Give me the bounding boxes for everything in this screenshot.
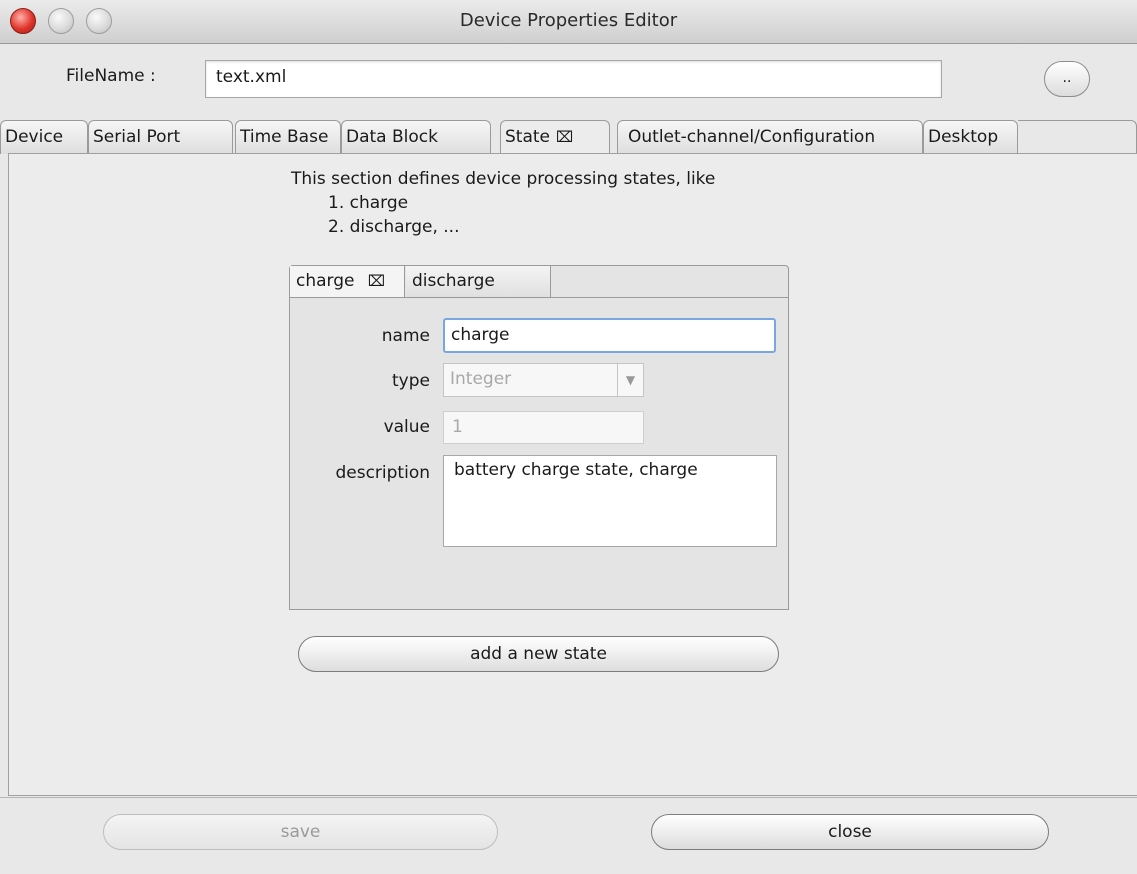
name-input[interactable]: charge bbox=[443, 318, 776, 353]
state-tab-charge[interactable]: charge ⌧ bbox=[290, 266, 405, 297]
tab-label: Data Block bbox=[346, 127, 438, 147]
close-button[interactable]: close bbox=[651, 814, 1049, 850]
filename-label: FileName : bbox=[66, 66, 156, 86]
tab-label: Outlet-channel/Configuration bbox=[628, 127, 876, 147]
state-tabs-divider bbox=[290, 297, 788, 298]
value-input[interactable]: 1 bbox=[443, 411, 644, 444]
state-intro: This section defines device processing s… bbox=[291, 167, 715, 239]
type-select-value: Integer bbox=[450, 369, 512, 389]
add-state-button[interactable]: add a new state bbox=[298, 636, 779, 672]
tab-label: Time Base bbox=[240, 127, 329, 147]
tabstrip-edge bbox=[1018, 120, 1137, 154]
tab-label: State bbox=[505, 127, 550, 147]
intro-example: 1. charge bbox=[328, 193, 409, 213]
window-title: Device Properties Editor bbox=[459, 10, 678, 31]
type-label: type bbox=[392, 371, 430, 391]
state-tab-label: charge bbox=[296, 271, 355, 291]
type-select[interactable]: Integer ▼ bbox=[443, 363, 644, 397]
tab-device[interactable]: Device bbox=[0, 120, 88, 154]
tab-desktop[interactable]: Desktop bbox=[923, 120, 1018, 154]
tab-label: Device bbox=[5, 127, 64, 147]
tab-data-block[interactable]: Data Block bbox=[341, 120, 491, 154]
save-button[interactable]: save bbox=[103, 814, 498, 850]
chevron-down-icon: ▼ bbox=[617, 364, 643, 396]
title-bar: Device Properties Editor bbox=[0, 0, 1137, 44]
close-tab-icon[interactable]: ⌧ bbox=[556, 128, 573, 146]
tab-outlet-channel-configuration[interactable]: Outlet-channel/Configuration bbox=[617, 120, 923, 154]
value-label: value bbox=[383, 417, 430, 437]
tab-time-base[interactable]: Time Base bbox=[235, 120, 341, 154]
intro-example: 2. discharge, ... bbox=[328, 217, 460, 237]
name-label: name bbox=[381, 326, 430, 346]
main-tabs: Device Serial Port Time Base Data Block … bbox=[0, 120, 1137, 156]
tab-label: Serial Port bbox=[93, 127, 181, 147]
tab-label: Desktop bbox=[928, 127, 999, 147]
description-label: description bbox=[335, 463, 430, 483]
footer-divider bbox=[0, 797, 1137, 798]
tab-state[interactable]: State ⌧ bbox=[500, 120, 610, 156]
state-tab-discharge[interactable]: discharge bbox=[406, 266, 551, 297]
state-tab-label: discharge bbox=[412, 271, 495, 291]
browse-button[interactable]: .. bbox=[1044, 61, 1090, 97]
description-textarea[interactable]: battery charge state, charge bbox=[443, 455, 777, 547]
tab-serial-port[interactable]: Serial Port bbox=[88, 120, 233, 154]
intro-text: This section defines device processing s… bbox=[291, 169, 716, 189]
close-tab-icon[interactable]: ⌧ bbox=[368, 272, 385, 290]
filename-input[interactable]: text.xml bbox=[205, 60, 942, 98]
